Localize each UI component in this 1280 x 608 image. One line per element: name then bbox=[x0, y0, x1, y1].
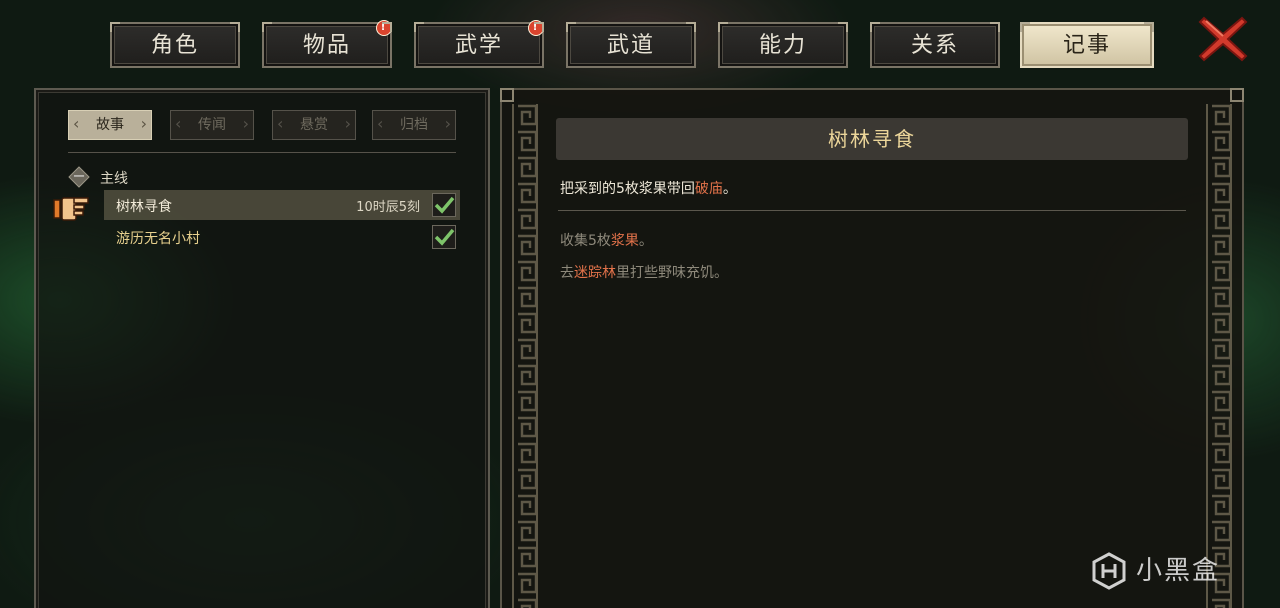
objective-item: 收集5枚浆果。 bbox=[560, 233, 653, 249]
heybox-logo-icon bbox=[1092, 552, 1126, 590]
notification-badge: ! bbox=[376, 20, 392, 36]
close-x-icon bbox=[1198, 16, 1248, 62]
quest-detail-title: 树林寻食 bbox=[556, 118, 1188, 160]
tab-abilities[interactable]: 能力 bbox=[718, 22, 848, 68]
quest-row[interactable]: 游历无名小村 bbox=[104, 222, 460, 252]
subtab-bounty[interactable]: 悬赏 bbox=[272, 110, 356, 140]
tab-martial-way[interactable]: 武道 bbox=[566, 22, 696, 68]
subtab-rumors[interactable]: 传闻 bbox=[170, 110, 254, 140]
quest-title: 树林寻食 bbox=[116, 199, 172, 215]
divider bbox=[558, 210, 1186, 211]
close-button[interactable] bbox=[1196, 12, 1250, 66]
subtab-story[interactable]: 故事 bbox=[68, 110, 152, 140]
subtab-archive[interactable]: 归档 bbox=[372, 110, 456, 140]
tab-journal[interactable]: 记事 bbox=[1020, 22, 1154, 68]
collapse-icon[interactable]: 一 bbox=[68, 166, 90, 188]
quest-list-panel: 故事 传闻 悬赏 归档 一 主线 树林寻食 10时辰5 bbox=[34, 88, 490, 608]
journal-subtabs: 故事 传闻 悬赏 归档 bbox=[68, 110, 460, 142]
watermark-text: 小黑盒 bbox=[1136, 556, 1221, 586]
highlight-location: 破庙 bbox=[694, 181, 723, 197]
completed-check-icon bbox=[432, 225, 456, 249]
tab-label: 记事 bbox=[1062, 33, 1111, 58]
tab-martial-arts[interactable]: 武学 ! bbox=[414, 20, 544, 68]
top-tab-bar: 角色 物品 ! 武学 ! 武道 能力 关系 记事 bbox=[0, 0, 1280, 70]
subtab-label: 传闻 bbox=[198, 117, 226, 133]
notification-badge: ! bbox=[528, 20, 544, 36]
tab-items[interactable]: 物品 ! bbox=[262, 20, 392, 68]
completed-check-icon bbox=[432, 193, 456, 217]
tab-character[interactable]: 角色 bbox=[110, 22, 240, 68]
tab-label: 角色 bbox=[150, 33, 199, 58]
meander-border-right bbox=[1206, 104, 1232, 608]
divider bbox=[68, 152, 456, 153]
quest-detail-panel: 树林寻食 把采到的5枚浆果带回破庙。 收集5枚浆果。 去迷踪林里打些野味充饥。 bbox=[500, 88, 1244, 608]
tab-label: 物品 bbox=[302, 33, 351, 58]
collapse-symbol: 一 bbox=[73, 170, 85, 183]
subtab-label: 悬赏 bbox=[300, 117, 328, 133]
quest-row[interactable]: 树林寻食 10时辰5刻 bbox=[104, 190, 460, 220]
quest-description: 把采到的5枚浆果带回破庙。 bbox=[560, 181, 737, 197]
highlight-location: 迷踪林 bbox=[574, 265, 616, 281]
objective-item: 去迷踪林里打些野味充饥。 bbox=[560, 265, 728, 281]
highlight-item: 浆果 bbox=[610, 233, 639, 249]
group-label: 主线 bbox=[100, 171, 128, 187]
tab-label: 武道 bbox=[606, 33, 655, 58]
quest-time: 10时辰5刻 bbox=[356, 200, 420, 215]
meander-border-left bbox=[512, 104, 538, 608]
tab-relations[interactable]: 关系 bbox=[870, 22, 1000, 68]
tab-label: 能力 bbox=[758, 33, 807, 58]
tab-label: 武学 bbox=[454, 33, 503, 58]
tab-label: 关系 bbox=[910, 33, 959, 58]
quest-title: 游历无名小村 bbox=[116, 231, 200, 247]
watermark: 小黑盒 bbox=[1090, 546, 1250, 596]
pointing-hand-icon bbox=[52, 194, 92, 224]
subtab-label: 故事 bbox=[96, 117, 124, 133]
quest-group-main: 一 主线 bbox=[68, 166, 458, 190]
corner-ornament bbox=[1230, 88, 1244, 102]
subtab-label: 归档 bbox=[400, 117, 428, 133]
corner-ornament bbox=[500, 88, 514, 102]
